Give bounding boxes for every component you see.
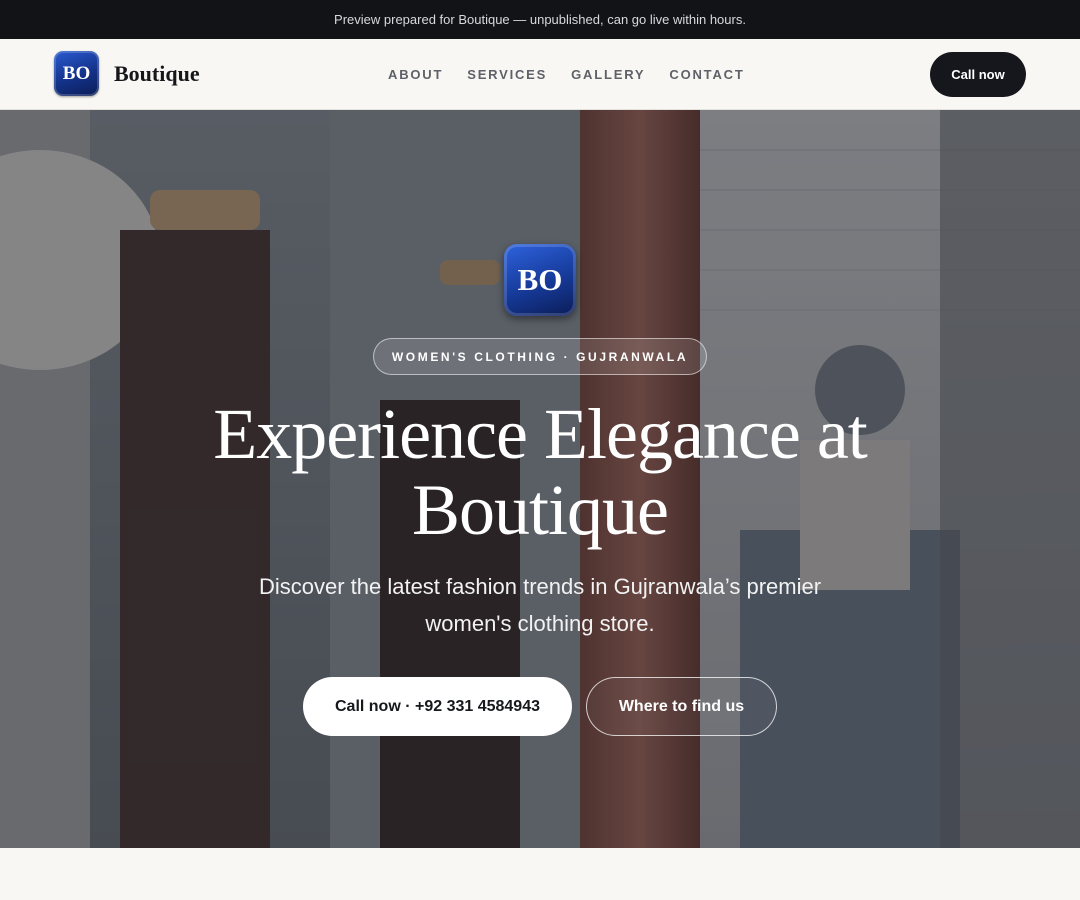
preview-banner-text: Preview prepared for Boutique — unpublis… — [334, 12, 746, 27]
call-phone-button[interactable]: Call now · +92 331 4584943 — [303, 677, 572, 736]
hero-title: Experience Elegance at Boutique — [213, 394, 868, 550]
nav-link-services[interactable]: SERVICES — [467, 67, 547, 82]
bo-logo-icon: BO — [54, 51, 99, 96]
nav-link-about[interactable]: ABOUT — [388, 67, 443, 82]
hero-eyebrow-pill: WOMEN'S CLOTHING · GUJRANWALA — [373, 338, 707, 375]
next-section-edge — [0, 848, 1080, 900]
site-header: BO Boutique ABOUT SERVICES GALLERY CONTA… — [0, 39, 1080, 110]
nav-link-gallery[interactable]: GALLERY — [571, 67, 645, 82]
brand-name: Boutique — [114, 60, 200, 86]
nav-link-contact[interactable]: CONTACT — [669, 67, 744, 82]
preview-banner: Preview prepared for Boutique — unpublis… — [0, 0, 1080, 39]
find-us-button[interactable]: Where to find us — [586, 677, 777, 736]
call-now-button[interactable]: Call now — [930, 52, 1026, 97]
hero-bo-logo-icon: BO — [504, 244, 576, 316]
hero-section: BO WOMEN'S CLOTHING · GUJRANWALA Experie… — [0, 110, 1080, 848]
main-navigation: ABOUT SERVICES GALLERY CONTACT — [376, 39, 757, 109]
brand-home-link[interactable]: BO Boutique — [54, 51, 200, 96]
hero-subtitle: Discover the latest fashion trends in Gu… — [258, 574, 822, 636]
